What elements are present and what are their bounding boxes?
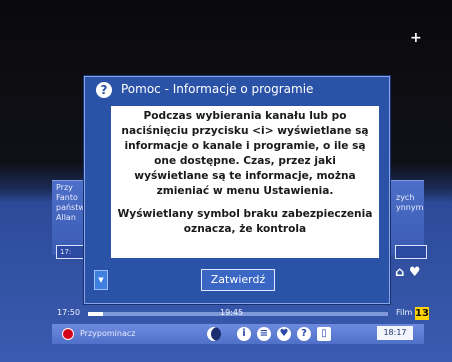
list-icon[interactable]: ≡ (257, 327, 271, 341)
record-icon[interactable] (62, 328, 74, 340)
clock: 18:17 (377, 326, 413, 340)
program-progress-row: 17:50 19:45 Film 13 (52, 307, 429, 321)
dialog-header: ? Pomoc - Informacje o programie (85, 77, 389, 103)
help-icon[interactable]: ? (297, 327, 311, 341)
reminder-label[interactable]: Przypominacz (80, 329, 135, 338)
heart-icon[interactable]: ♥ (277, 327, 291, 341)
help-dialog: ? Pomoc - Informacje o programie Podczas… (84, 76, 390, 304)
epg-time-box: 17: (56, 245, 87, 259)
talk-icon[interactable] (207, 327, 221, 341)
tv-screen: + Przy Fanto państw Allan zych ynnym 17:… (0, 0, 452, 362)
dialog-title: Pomoc - Informacje o programie (121, 82, 314, 96)
unlock-icon: ⌂ (395, 265, 405, 280)
scroll-down-icon[interactable]: ▼ (94, 270, 108, 290)
dialog-body[interactable]: Podczas wybierania kanału lub po naciśni… (111, 106, 379, 258)
progress-fill (88, 312, 103, 316)
lock-heart-indicator: ⌂ ♥ (395, 265, 421, 280)
epg-time-box-right (395, 245, 427, 259)
epg-info-text: Przy Fanto państw Allan (56, 183, 85, 222)
age-rating-badge: 13 (415, 307, 429, 320)
help-paragraph: Podczas wybierania kanału lub po naciśni… (121, 110, 369, 197)
epg-info-text-right: zych ynnym (396, 193, 424, 212)
status-bar: Przypominacz i ≡ ♥ ? ▯ 18:17 (52, 324, 424, 344)
heart-icon: ♥ (408, 265, 421, 280)
end-time: 19:45 (220, 308, 244, 317)
help-question-icon: ? (96, 82, 112, 98)
plus-icon: + (410, 30, 422, 46)
genre-label: Film (396, 308, 413, 317)
help-paragraph: Wyświetlany symbol braku zabezpieczenia … (117, 208, 373, 235)
info-icon[interactable]: i (237, 327, 251, 341)
confirm-button[interactable]: Zatwierdź (201, 269, 275, 291)
start-time: 17:50 (57, 308, 81, 317)
card-icon[interactable]: ▯ (317, 327, 331, 341)
